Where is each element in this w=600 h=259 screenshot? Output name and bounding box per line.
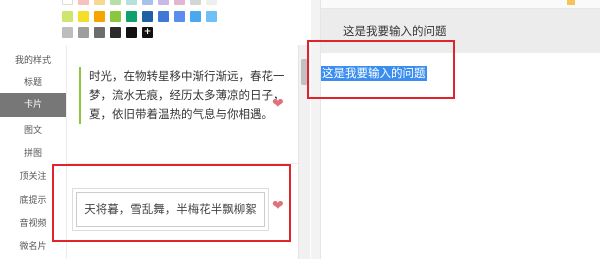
color-swatch[interactable] [206, 0, 217, 5]
question-text: 这是我要输入的问题 [343, 24, 447, 38]
color-swatch[interactable] [110, 27, 121, 38]
card-text: 时光，在物转星移中渐行渐远，春花一梦，流水无痕，经历太多薄凉的日子，夏，依旧带着… [89, 69, 285, 121]
color-swatch[interactable] [158, 11, 169, 22]
color-swatch[interactable] [94, 27, 105, 38]
color-swatch[interactable] [126, 11, 137, 22]
color-swatch[interactable] [190, 11, 201, 22]
color-swatch[interactable] [94, 11, 105, 22]
color-swatch[interactable] [110, 11, 121, 22]
color-swatch[interactable] [62, 11, 73, 22]
color-swatch[interactable] [174, 11, 185, 22]
palette-row [62, 0, 217, 5]
heart-icon[interactable]: ❤ [272, 96, 284, 112]
color-swatch[interactable] [142, 0, 153, 5]
palette-row [62, 11, 217, 22]
color-swatch[interactable] [142, 11, 153, 22]
color-swatch[interactable] [94, 0, 105, 5]
color-swatch[interactable] [78, 27, 89, 38]
sidebar-item-my-styles[interactable]: 我的样式 [0, 53, 66, 66]
sidebar-item-collage[interactable]: 拼图 [0, 146, 66, 159]
sidebar-item-title[interactable]: 标题 [0, 75, 66, 88]
color-palette: + [0, 0, 310, 45]
add-color-icon[interactable]: + [142, 27, 153, 38]
color-swatch[interactable] [78, 11, 89, 22]
color-swatch[interactable] [110, 0, 121, 5]
editor-edge [311, 0, 321, 259]
color-swatch[interactable] [62, 0, 73, 5]
editor-panel: 这是我要输入的问题 这是我要输入的问题 [311, 0, 600, 259]
editor-toolbar-strip [321, 0, 600, 9]
palette-row: + [62, 27, 153, 38]
sidebar-item-image-text[interactable]: 图文 [0, 123, 66, 136]
sidebar-item-card[interactable]: 卡片 [0, 93, 66, 117]
highlight-box [52, 164, 291, 242]
color-swatch[interactable] [158, 0, 169, 5]
color-swatch[interactable] [206, 11, 217, 22]
corner-tab[interactable] [567, 0, 575, 5]
color-swatch[interactable] [190, 0, 201, 5]
color-swatch[interactable] [62, 27, 73, 38]
style-card-quote[interactable]: 时光，在物转星移中渐行渐远，春花一梦，流水无痕，经历太多薄凉的日子，夏，依旧带着… [79, 67, 285, 124]
highlight-box [307, 40, 455, 99]
color-swatch[interactable] [126, 27, 137, 38]
color-swatch[interactable] [78, 0, 89, 5]
color-swatch[interactable] [126, 0, 137, 5]
color-swatch[interactable] [174, 0, 185, 5]
